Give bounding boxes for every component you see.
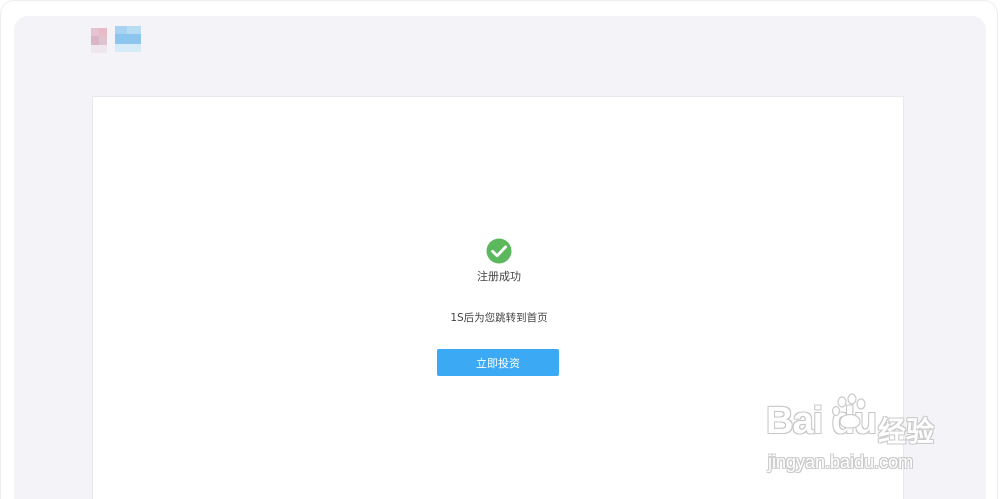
baidu-watermark: Bai du 经验 jingyan.baidu.com [766, 392, 986, 482]
watermark-brand-cn: 经验 [878, 415, 935, 448]
check-circle-icon [486, 238, 512, 264]
success-title: 注册成功 [477, 270, 521, 283]
watermark-url: jingyan.baidu.com [768, 452, 914, 472]
invest-now-button[interactable]: 立即投资 [437, 349, 559, 376]
redirect-message: 1S后为您跳转到首页 [450, 312, 548, 324]
site-logo[interactable] [91, 26, 147, 54]
paw-icon [831, 393, 866, 429]
